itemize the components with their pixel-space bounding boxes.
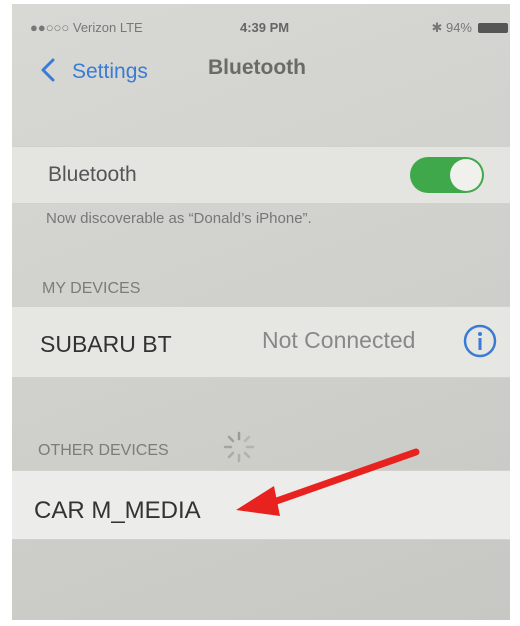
red-arrow-annotation xyxy=(236,448,420,516)
phone-screen: ●●○○○ Verizon LTE 4:39 PM ✱ 94% Settings… xyxy=(12,4,510,620)
